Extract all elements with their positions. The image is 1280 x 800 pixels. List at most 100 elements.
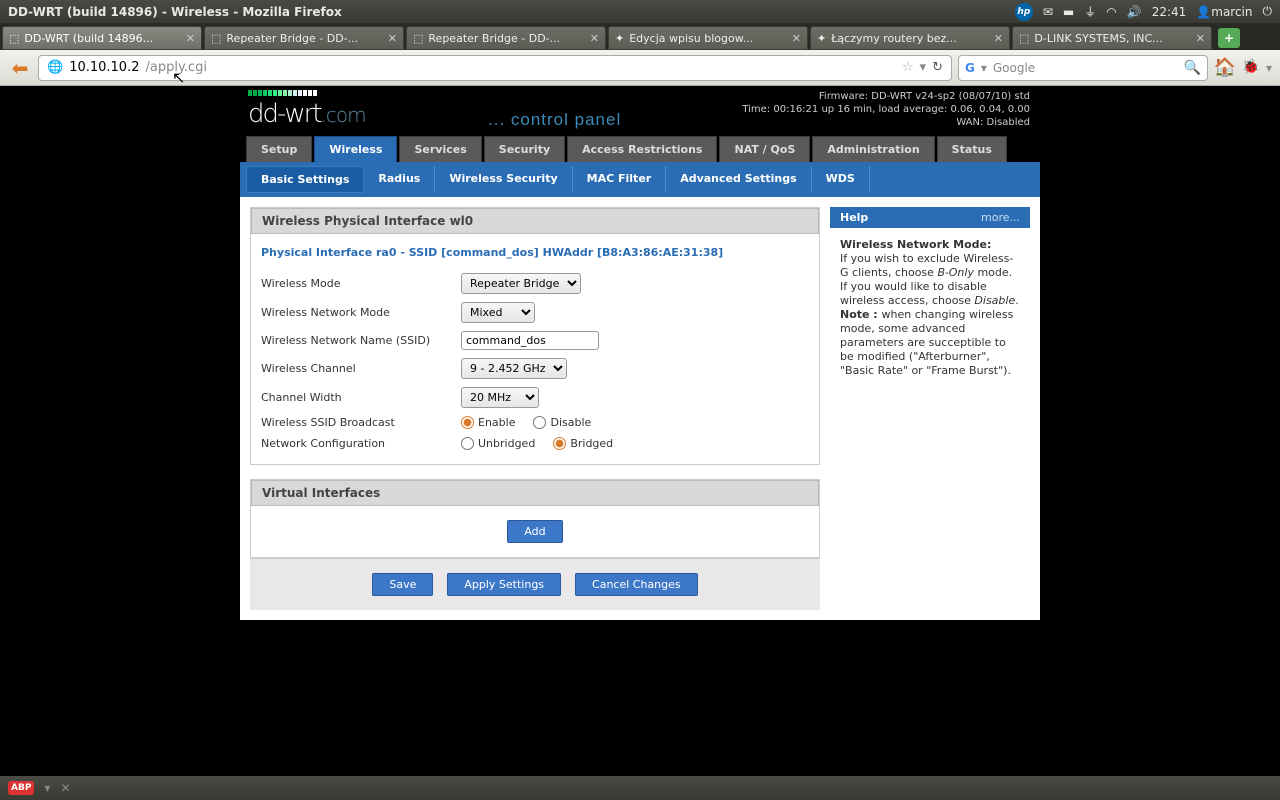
content-area: Wireless Physical Interface wl0 Physical… [240, 197, 1040, 620]
footer-buttons: Save Apply Settings Cancel Changes [250, 558, 820, 610]
firmware-line: Firmware: DD-WRT v24-sp2 (08/07/10) std [742, 90, 1030, 103]
channel-select[interactable]: 9 - 2.452 GHz [461, 358, 567, 379]
browser-tab-1[interactable]: ⬚Repeater Bridge - DD-...✕ [204, 26, 404, 50]
uptime-line: Time: 00:16:21 up 16 min, load average: … [742, 103, 1030, 116]
help-more-link[interactable]: more... [981, 211, 1020, 224]
system-tray: hp ✉ ▬ ⏚ ◠ 🔊 22:41 👤 marcin ⏻ [1015, 3, 1272, 21]
volume-icon[interactable]: 🔊 [1127, 5, 1142, 19]
wifi-icon[interactable]: ◠ [1106, 5, 1116, 19]
subtab-wireless-security[interactable]: Wireless Security [435, 166, 572, 193]
broadcast-disable-option[interactable]: Disable [533, 416, 591, 429]
help-column: Help more... Wireless Network Mode: If y… [830, 207, 1030, 610]
tab-administration[interactable]: Administration [812, 136, 934, 162]
row-wireless-mode: Wireless Mode Repeater Bridge [251, 269, 819, 298]
subtab-mac-filter[interactable]: MAC Filter [573, 166, 667, 193]
os-top-bar: DD-WRT (build 14896) - Wireless - Mozill… [0, 0, 1280, 24]
tab-security[interactable]: Security [484, 136, 565, 162]
tab-services[interactable]: Services [399, 136, 481, 162]
wireless-mode-select[interactable]: Repeater Bridge [461, 273, 581, 294]
cancel-changes-button[interactable]: Cancel Changes [575, 573, 698, 596]
netconf-bridged-radio[interactable] [553, 437, 566, 450]
clock[interactable]: 22:41 [1152, 5, 1187, 19]
subtab-advanced-settings[interactable]: Advanced Settings [666, 166, 811, 193]
home-button[interactable]: 🏠 [1214, 57, 1236, 79]
favicon-icon: ✦ [817, 32, 826, 45]
broadcast-enable-radio[interactable] [461, 416, 474, 429]
broadcast-disable-radio[interactable] [533, 416, 546, 429]
favicon-icon: ⬚ [1019, 32, 1029, 45]
apply-settings-button[interactable]: Apply Settings [447, 573, 561, 596]
toolbar-dropdown-icon[interactable]: ▾ [1266, 61, 1272, 75]
status-lines: Firmware: DD-WRT v24-sp2 (08/07/10) std … [742, 90, 1030, 129]
statusbar-dropdown-icon[interactable]: ▾ [44, 781, 50, 795]
netconf-bridged-option[interactable]: Bridged [553, 437, 613, 450]
netconf-unbridged-radio[interactable] [461, 437, 474, 450]
statusbar-close-icon[interactable]: ✕ [60, 781, 70, 795]
tab-access-restrictions[interactable]: Access Restrictions [567, 136, 717, 162]
back-button[interactable]: ⬅ [8, 56, 32, 80]
subtab-basic-settings[interactable]: Basic Settings [246, 166, 364, 193]
tab-nat-qos[interactable]: NAT / QoS [719, 136, 810, 162]
row-width: Channel Width 20 MHz [251, 383, 819, 412]
new-tab-button[interactable]: + [1218, 28, 1240, 48]
page-content: dd-wrt.com ... control panel Firmware: D… [0, 86, 1280, 776]
firebug-icon[interactable]: 🐞 [1242, 59, 1260, 77]
ddwrt-header: dd-wrt.com ... control panel Firmware: D… [240, 86, 1040, 136]
close-tab-icon[interactable]: ✕ [388, 32, 397, 45]
section-physical-interface-header: Wireless Physical Interface wl0 [251, 208, 819, 234]
close-tab-icon[interactable]: ✕ [994, 32, 1003, 45]
favicon-icon: ✦ [615, 32, 624, 45]
ssid-input[interactable] [461, 331, 599, 350]
search-box[interactable]: G ▾ Google 🔍 [958, 55, 1208, 81]
help-box: Help more... Wireless Network Mode: If y… [830, 207, 1030, 388]
browser-tab-bar: ⬚DD-WRT (build 14896...✕ ⬚Repeater Bridg… [0, 24, 1280, 50]
search-icon[interactable]: 🔍 [1184, 60, 1201, 76]
tab-status[interactable]: Status [937, 136, 1007, 162]
bookmark-icon[interactable]: ☆ [902, 60, 914, 75]
ddwrt-panel: dd-wrt.com ... control panel Firmware: D… [240, 86, 1040, 620]
os-status-bar: ABP ▾ ✕ [0, 776, 1280, 800]
add-button[interactable]: Add [507, 520, 562, 543]
user-menu[interactable]: 👤 marcin [1196, 5, 1252, 19]
help-header: Help more... [830, 207, 1030, 228]
reload-icon[interactable]: ↻ [932, 60, 943, 75]
google-icon: G [965, 61, 975, 75]
browser-tab-0[interactable]: ⬚DD-WRT (build 14896...✕ [2, 26, 202, 50]
logo-bars-icon [248, 90, 317, 96]
browser-tab-3[interactable]: ✦Edycja wpisu blogow...✕ [608, 26, 808, 50]
tab-wireless[interactable]: Wireless [314, 136, 397, 162]
browser-tab-4[interactable]: ✦Łączymy routery bez...✕ [810, 26, 1010, 50]
browser-tab-5[interactable]: ⬚D-LINK SYSTEMS, INC...✕ [1012, 26, 1212, 50]
power-icon[interactable]: ⏻ [1263, 4, 1273, 19]
browser-tab-2[interactable]: ⬚Repeater Bridge - DD-...✕ [406, 26, 606, 50]
globe-icon: 🌐 [47, 60, 63, 75]
main-column: Wireless Physical Interface wl0 Physical… [250, 207, 820, 610]
netconf-unbridged-option[interactable]: Unbridged [461, 437, 535, 450]
favicon-icon: ⬚ [9, 32, 19, 45]
row-netconf: Network Configuration Unbridged Bridged [251, 433, 819, 454]
network-mode-select[interactable]: Mixed [461, 302, 535, 323]
row-channel: Wireless Channel 9 - 2.452 GHz [251, 354, 819, 383]
help-body: Wireless Network Mode: If you wish to ex… [830, 228, 1030, 388]
search-dropdown-icon[interactable]: ▾ [981, 61, 987, 75]
close-tab-icon[interactable]: ✕ [186, 32, 195, 45]
subtab-wds[interactable]: WDS [812, 166, 870, 193]
browser-toolbar: ⬅ 🌐 10.10.10.2/apply.cgi ☆ ▾ ↻ G ▾ Googl… [0, 50, 1280, 86]
battery-icon[interactable]: ▬ [1063, 5, 1074, 19]
adblock-icon[interactable]: ABP [8, 781, 34, 795]
row-broadcast: Wireless SSID Broadcast Enable Disable [251, 412, 819, 433]
tab-setup[interactable]: Setup [246, 136, 312, 162]
dropdown-icon[interactable]: ▾ [920, 60, 927, 75]
save-button[interactable]: Save [372, 573, 433, 596]
close-tab-icon[interactable]: ✕ [590, 32, 599, 45]
favicon-icon: ⬚ [211, 32, 221, 45]
close-tab-icon[interactable]: ✕ [792, 32, 801, 45]
wan-line: WAN: Disabled [742, 116, 1030, 129]
close-tab-icon[interactable]: ✕ [1196, 32, 1205, 45]
subtab-radius[interactable]: Radius [364, 166, 435, 193]
width-select[interactable]: 20 MHz [461, 387, 539, 408]
broadcast-enable-option[interactable]: Enable [461, 416, 515, 429]
url-bar[interactable]: 🌐 10.10.10.2/apply.cgi ☆ ▾ ↻ [38, 55, 952, 81]
network-icon[interactable]: ⏚ [1084, 3, 1096, 20]
mail-icon[interactable]: ✉ [1043, 5, 1053, 19]
